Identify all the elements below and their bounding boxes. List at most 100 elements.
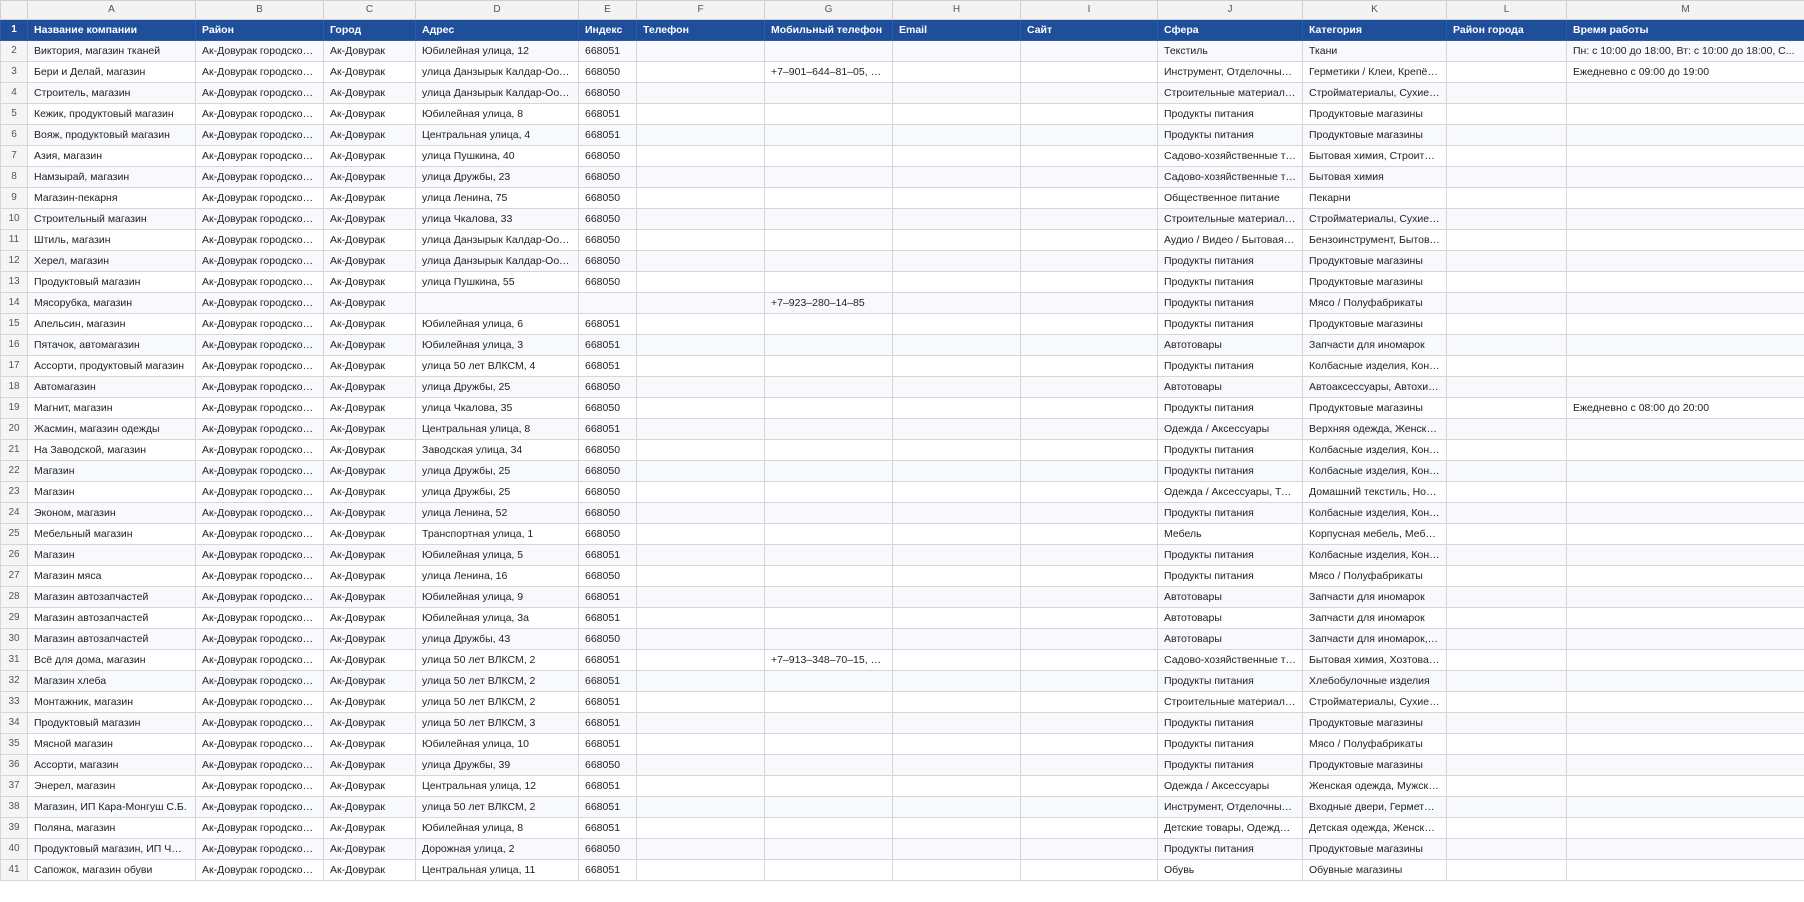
- row-number[interactable]: 40: [0, 838, 28, 860]
- cell[interactable]: Мебельный магазин: [27, 523, 196, 545]
- cell[interactable]: [1020, 460, 1158, 482]
- cell[interactable]: Продукты питания: [1157, 103, 1303, 125]
- cell[interactable]: 668050: [578, 397, 637, 419]
- cell[interactable]: 668050: [578, 376, 637, 398]
- cell[interactable]: [764, 103, 893, 125]
- cell[interactable]: [1566, 418, 1804, 440]
- cell[interactable]: 668050: [578, 628, 637, 650]
- header-cell[interactable]: Категория: [1302, 19, 1447, 41]
- header-cell[interactable]: Email: [892, 19, 1021, 41]
- cell[interactable]: [1020, 166, 1158, 188]
- cell[interactable]: [1446, 313, 1567, 335]
- cell[interactable]: Ак-Довурак городской...: [195, 313, 324, 335]
- cell[interactable]: 668051: [578, 691, 637, 713]
- column-header[interactable]: M: [1566, 0, 1804, 20]
- cell[interactable]: [1020, 670, 1158, 692]
- cell[interactable]: [892, 649, 1021, 671]
- cell[interactable]: Магазин автозапчастей: [27, 607, 196, 629]
- column-header[interactable]: G: [764, 0, 893, 20]
- cell[interactable]: Садово-хозяйственные то...: [1157, 649, 1303, 671]
- cell[interactable]: Ак-Довурак: [323, 754, 416, 776]
- row-number[interactable]: 2: [0, 40, 28, 62]
- cell[interactable]: Мясной магазин: [27, 733, 196, 755]
- cell[interactable]: [636, 649, 765, 671]
- cell[interactable]: 668050: [578, 502, 637, 524]
- cell[interactable]: Ак-Довурак: [323, 61, 416, 83]
- cell[interactable]: [1020, 313, 1158, 335]
- cell[interactable]: [1566, 607, 1804, 629]
- cell[interactable]: Ассорти, продуктовый магазин: [27, 355, 196, 377]
- cell[interactable]: Ак-Довурак: [323, 733, 416, 755]
- cell[interactable]: [1446, 565, 1567, 587]
- cell[interactable]: Монтажник, магазин: [27, 691, 196, 713]
- row-number[interactable]: 21: [0, 439, 28, 461]
- row-number[interactable]: 37: [0, 775, 28, 797]
- cell[interactable]: [1566, 628, 1804, 650]
- cell[interactable]: 668051: [578, 40, 637, 62]
- cell[interactable]: 668051: [578, 355, 637, 377]
- cell[interactable]: [1020, 187, 1158, 209]
- cell[interactable]: [892, 418, 1021, 440]
- cell[interactable]: Корпусная мебель, Мебел...: [1302, 523, 1447, 545]
- cell[interactable]: 668051: [578, 649, 637, 671]
- cell[interactable]: улица Ленина, 75: [415, 187, 579, 209]
- cell[interactable]: [1020, 334, 1158, 356]
- cell[interactable]: Ак-Довурак городской...: [195, 796, 324, 818]
- cell[interactable]: Ак-Довурак городской...: [195, 838, 324, 860]
- cell[interactable]: Ак-Довурак городской...: [195, 61, 324, 83]
- cell[interactable]: [1020, 691, 1158, 713]
- cell[interactable]: Пекарни: [1302, 187, 1447, 209]
- cell[interactable]: [764, 166, 893, 188]
- cell[interactable]: Ак-Довурак: [323, 817, 416, 839]
- header-cell[interactable]: Мобильный телефон: [764, 19, 893, 41]
- cell[interactable]: [892, 754, 1021, 776]
- cell[interactable]: [764, 124, 893, 146]
- cell[interactable]: Ак-Довурак: [323, 523, 416, 545]
- cell[interactable]: [636, 733, 765, 755]
- header-cell[interactable]: Район: [195, 19, 324, 41]
- cell[interactable]: [764, 670, 893, 692]
- cell[interactable]: Ак-Довурак: [323, 397, 416, 419]
- cell[interactable]: Ежедневно с 08:00 до 20:00: [1566, 397, 1804, 419]
- row-number[interactable]: 33: [0, 691, 28, 713]
- cell[interactable]: Ак-Довурак городской...: [195, 439, 324, 461]
- cell[interactable]: Ак-Довурак: [323, 229, 416, 251]
- cell[interactable]: [1566, 376, 1804, 398]
- cell[interactable]: улица 50 лет ВЛКСМ, 3: [415, 712, 579, 734]
- cell[interactable]: [1446, 145, 1567, 167]
- cell[interactable]: [764, 502, 893, 524]
- cell[interactable]: Колбасные изделия, Конд...: [1302, 460, 1447, 482]
- cell[interactable]: Намзырай, магазин: [27, 166, 196, 188]
- cell[interactable]: Ак-Довурак городской...: [195, 187, 324, 209]
- cell[interactable]: [1020, 439, 1158, 461]
- cell[interactable]: улица Дружбы, 43: [415, 628, 579, 650]
- select-all-corner[interactable]: [0, 0, 28, 20]
- cell[interactable]: [1566, 838, 1804, 860]
- cell[interactable]: [892, 145, 1021, 167]
- cell[interactable]: Херел, магазин: [27, 250, 196, 272]
- cell[interactable]: Всё для дома, магазин: [27, 649, 196, 671]
- cell[interactable]: [1446, 229, 1567, 251]
- cell[interactable]: Кежик, продуктовый магазин: [27, 103, 196, 125]
- cell[interactable]: [636, 61, 765, 83]
- cell[interactable]: Продуктовый магазин: [27, 271, 196, 293]
- cell[interactable]: [1566, 124, 1804, 146]
- cell[interactable]: Ак-Довурак городской...: [195, 544, 324, 566]
- column-header[interactable]: B: [195, 0, 324, 20]
- cell[interactable]: Центральная улица, 11: [415, 859, 579, 881]
- cell[interactable]: Продукты питания: [1157, 754, 1303, 776]
- cell[interactable]: 668050: [578, 229, 637, 251]
- cell[interactable]: Детские товары, Одежда / ...: [1157, 817, 1303, 839]
- cell[interactable]: [1020, 418, 1158, 440]
- cell[interactable]: Ак-Довурак: [323, 460, 416, 482]
- cell[interactable]: 668051: [578, 775, 637, 797]
- cell[interactable]: [636, 838, 765, 860]
- row-number[interactable]: 41: [0, 859, 28, 881]
- cell[interactable]: Поляна, магазин: [27, 817, 196, 839]
- cell[interactable]: [1566, 712, 1804, 734]
- cell[interactable]: [1446, 292, 1567, 314]
- cell[interactable]: 668051: [578, 313, 637, 335]
- cell[interactable]: Продуктовые магазины: [1302, 754, 1447, 776]
- cell[interactable]: [1446, 817, 1567, 839]
- header-cell[interactable]: Телефон: [636, 19, 765, 41]
